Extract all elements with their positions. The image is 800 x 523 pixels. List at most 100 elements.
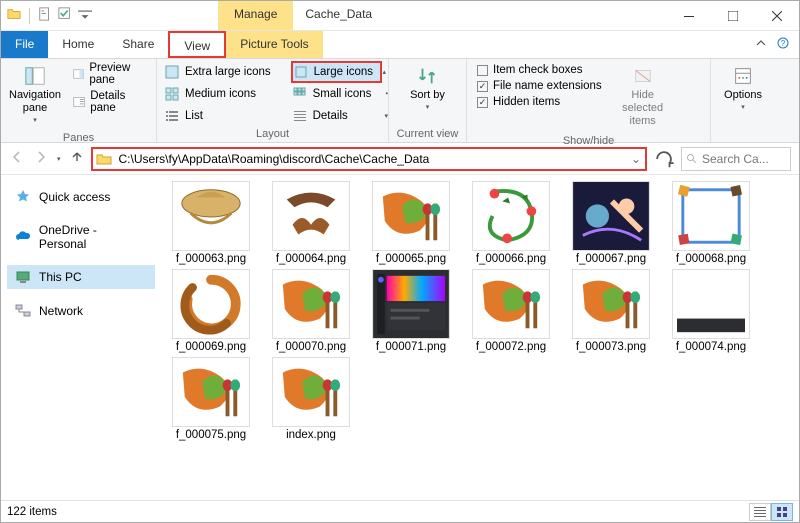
preview-pane-label: Preview pane bbox=[89, 62, 146, 86]
separator bbox=[29, 8, 30, 24]
sidebar-item-network[interactable]: Network bbox=[7, 299, 155, 323]
file-extensions-label: File name extensions bbox=[493, 80, 602, 92]
ribbon-collapse-icon[interactable] bbox=[755, 37, 767, 52]
chevron-down-icon[interactable]: ▾ bbox=[384, 112, 388, 120]
maximize-button[interactable] bbox=[711, 1, 755, 30]
file-name-label: f_000073.png bbox=[576, 341, 646, 353]
tab-picture-tools[interactable]: Picture Tools bbox=[226, 31, 322, 58]
group-label-panes: Panes bbox=[7, 130, 150, 146]
dropdown-caret-icon: ▾ bbox=[426, 104, 430, 112]
search-input[interactable]: Search Ca... bbox=[681, 147, 791, 171]
search-placeholder: Search Ca... bbox=[702, 152, 769, 166]
forward-button[interactable] bbox=[33, 149, 49, 168]
chevron-neutral-icon[interactable]: ▪ bbox=[386, 91, 388, 98]
file-item[interactable]: f_000071.png bbox=[365, 269, 457, 353]
file-item[interactable]: f_000069.png bbox=[165, 269, 257, 353]
window-title: Cache_Data bbox=[293, 1, 667, 30]
checkbox-checked-icon bbox=[477, 97, 488, 108]
sidebar-item-label: OneDrive - Personal bbox=[39, 223, 147, 251]
dropdown-caret-icon: ▾ bbox=[741, 104, 745, 112]
contextual-tab-manage[interactable]: Manage bbox=[218, 1, 293, 30]
file-content-area[interactable]: f_000063.pngf_000064.pngf_000065.pngf_00… bbox=[161, 175, 799, 501]
file-item[interactable]: f_000067.png bbox=[565, 181, 657, 265]
back-button[interactable] bbox=[9, 149, 25, 168]
file-name-label: index.png bbox=[286, 429, 336, 441]
sidebar-item-onedrive[interactable]: OneDrive - Personal bbox=[7, 219, 155, 255]
file-name-label: f_000071.png bbox=[376, 341, 446, 353]
file-item[interactable]: f_000066.png bbox=[465, 181, 557, 265]
file-item[interactable]: f_000072.png bbox=[465, 269, 557, 353]
help-icon[interactable]: ? bbox=[777, 37, 789, 52]
tab-file[interactable]: File bbox=[1, 31, 48, 58]
details-pane-button[interactable]: Details pane bbox=[69, 89, 150, 115]
hidden-items-label: Hidden items bbox=[493, 96, 560, 108]
file-thumbnail bbox=[472, 181, 550, 251]
chevron-up-icon[interactable]: ▴ bbox=[382, 68, 386, 76]
file-item[interactable]: f_000065.png bbox=[365, 181, 457, 265]
preview-pane-button[interactable]: Preview pane bbox=[69, 61, 150, 87]
navigation-pane-label: Navigation pane bbox=[9, 89, 61, 115]
file-thumbnail bbox=[472, 269, 550, 339]
layout-medium-label: Medium icons bbox=[185, 88, 256, 100]
file-thumbnail bbox=[172, 269, 250, 339]
file-item[interactable]: f_000075.png bbox=[165, 357, 257, 441]
search-icon bbox=[686, 153, 698, 165]
tab-view[interactable]: View bbox=[168, 31, 226, 58]
layout-small-icons[interactable]: Small icons▪ bbox=[291, 84, 382, 104]
file-thumbnail bbox=[272, 181, 350, 251]
item-checkboxes-toggle[interactable]: Item check boxes bbox=[473, 63, 606, 77]
address-dropdown-icon[interactable]: ⌄ bbox=[627, 152, 645, 166]
refresh-button[interactable] bbox=[653, 148, 675, 170]
folder-icon bbox=[7, 7, 21, 24]
navigation-sidebar: Quick access OneDrive - Personal This PC… bbox=[1, 175, 161, 501]
layout-extra-large-icons[interactable]: Extra large icons bbox=[163, 61, 279, 83]
hidden-items-toggle[interactable]: Hidden items bbox=[473, 95, 606, 109]
tab-home[interactable]: Home bbox=[48, 31, 108, 58]
minimize-button[interactable] bbox=[667, 1, 711, 30]
sidebar-item-label: This PC bbox=[39, 270, 82, 284]
tab-share[interactable]: Share bbox=[108, 31, 168, 58]
view-details-toggle[interactable] bbox=[749, 503, 771, 521]
file-thumbnail bbox=[372, 181, 450, 251]
file-item[interactable]: f_000068.png bbox=[665, 181, 757, 265]
history-dropdown-icon[interactable]: ▾ bbox=[57, 155, 61, 163]
sidebar-item-quick-access[interactable]: Quick access bbox=[7, 185, 155, 209]
file-thumbnail bbox=[672, 269, 750, 339]
sidebar-item-label: Network bbox=[39, 304, 83, 318]
checkbox-on-icon[interactable] bbox=[58, 7, 72, 24]
file-name-label: f_000068.png bbox=[676, 253, 746, 265]
layout-large-icons[interactable]: Large icons▴ bbox=[291, 61, 382, 83]
file-item[interactable]: index.png bbox=[265, 357, 357, 441]
file-item[interactable]: f_000073.png bbox=[565, 269, 657, 353]
layout-extra-large-label: Extra large icons bbox=[185, 66, 271, 78]
layout-details[interactable]: Details▾ bbox=[291, 106, 382, 126]
up-button[interactable] bbox=[69, 149, 85, 168]
file-name-label: f_000063.png bbox=[176, 253, 246, 265]
hide-selected-button: Hide selected items bbox=[612, 61, 674, 133]
close-button[interactable] bbox=[755, 1, 799, 30]
file-item[interactable]: f_000063.png bbox=[165, 181, 257, 265]
svg-text:?: ? bbox=[781, 39, 786, 48]
qat-overflow-icon[interactable] bbox=[78, 7, 92, 24]
layout-details-label: Details bbox=[313, 110, 348, 122]
address-bar[interactable]: C:\Users\fy\AppData\Roaming\discord\Cach… bbox=[91, 147, 647, 171]
file-item[interactable]: f_000064.png bbox=[265, 181, 357, 265]
options-button[interactable]: Options ▾ bbox=[717, 61, 769, 117]
layout-large-label: Large icons bbox=[314, 66, 373, 78]
details-pane-label: Details pane bbox=[90, 90, 146, 114]
sort-by-button[interactable]: Sort by ▾ bbox=[397, 61, 459, 117]
file-name-label: f_000066.png bbox=[476, 253, 546, 265]
layout-list[interactable]: List bbox=[163, 106, 279, 126]
hide-selected-label: Hide selected items bbox=[614, 89, 672, 129]
address-path[interactable]: C:\Users\fy\AppData\Roaming\discord\Cach… bbox=[115, 152, 627, 166]
dropdown-caret-icon: ▾ bbox=[33, 117, 37, 125]
file-item[interactable]: f_000070.png bbox=[265, 269, 357, 353]
navigation-pane-button[interactable]: Navigation pane ▾ bbox=[7, 61, 63, 130]
file-extensions-toggle[interactable]: File name extensions bbox=[473, 79, 606, 93]
sidebar-item-this-pc[interactable]: This PC bbox=[7, 265, 155, 289]
file-name-label: f_000067.png bbox=[576, 253, 646, 265]
layout-medium-icons[interactable]: Medium icons bbox=[163, 84, 279, 104]
properties-icon[interactable] bbox=[38, 7, 52, 24]
file-item[interactable]: f_000074.png bbox=[665, 269, 757, 353]
view-large-icons-toggle[interactable] bbox=[771, 503, 793, 521]
